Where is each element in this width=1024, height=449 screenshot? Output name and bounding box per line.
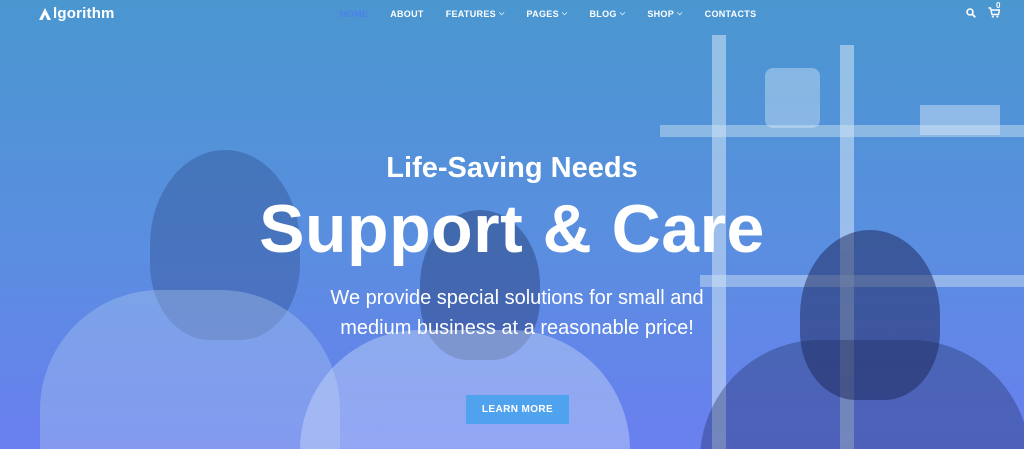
nav-item-shop[interactable]: SHOP ⌵	[647, 9, 682, 19]
nav-item-about[interactable]: ABOUT	[390, 9, 424, 19]
chevron-down-icon: ⌵	[498, 10, 505, 17]
top-navbar: lgorithm HOME ABOUT FEATURES ⌵ PAGES ⌵ B…	[0, 0, 1024, 28]
person-right-body	[700, 340, 1024, 449]
nav-item-label: ABOUT	[390, 9, 424, 19]
cart-count-badge: 0	[996, 1, 1001, 10]
brand-logo[interactable]: lgorithm	[38, 5, 115, 22]
hero-headline: Support & Care	[259, 191, 765, 267]
shelf-box	[920, 105, 1000, 135]
chevron-down-icon: ⌵	[619, 10, 626, 17]
hero-tagline: Life-Saving Needs	[386, 152, 638, 184]
nav-item-label: SHOP	[647, 9, 675, 19]
hero-subtext: We provide special solutions for small a…	[330, 287, 704, 339]
nav-item-features[interactable]: FEATURES ⌵	[446, 9, 505, 19]
nav-item-contacts[interactable]: CONTACTS	[705, 9, 757, 19]
nav-item-pages[interactable]: PAGES ⌵	[527, 9, 568, 19]
brand-name: lgorithm	[53, 5, 115, 22]
nav-item-label: CONTACTS	[704, 9, 757, 19]
search-icon[interactable]	[966, 7, 976, 18]
logo-a-icon	[39, 7, 51, 20]
nav-icons	[966, 7, 1000, 18]
nav-item-home[interactable]: HOME	[340, 9, 368, 19]
nav-item-label: PAGES	[526, 9, 559, 19]
plant-pot	[765, 68, 820, 128]
nav-item-blog[interactable]: BLOG ⌵	[590, 9, 626, 19]
person-middle-body	[300, 330, 630, 449]
nav-item-label: BLOG	[589, 9, 617, 19]
hero-section: lgorithm HOME ABOUT FEATURES ⌵ PAGES ⌵ B…	[0, 0, 1024, 449]
main-menu: HOME ABOUT FEATURES ⌵ PAGES ⌵ BLOG ⌵ SHO…	[340, 9, 778, 19]
nav-item-label: FEATURES	[445, 9, 496, 19]
chevron-down-icon: ⌵	[677, 10, 683, 17]
learn-more-button[interactable]: LEARN MORE	[466, 395, 569, 424]
person-left-body	[40, 290, 340, 449]
chevron-down-icon: ⌵	[561, 10, 568, 17]
nav-item-label: HOME	[340, 9, 369, 19]
